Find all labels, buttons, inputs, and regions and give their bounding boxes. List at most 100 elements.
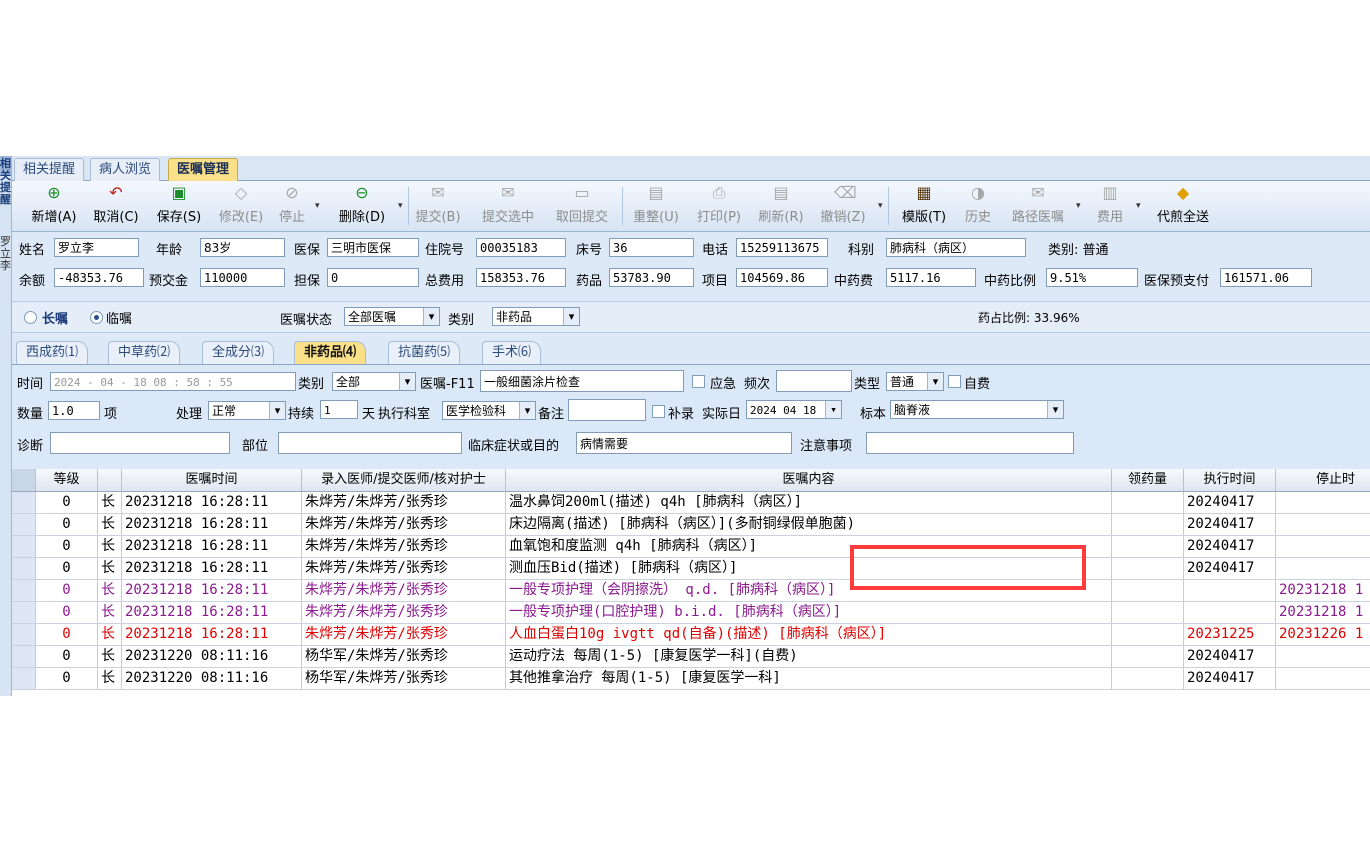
cell-stop-time[interactable]: 20231226 1 [1276, 624, 1370, 645]
cell-dispense-qty[interactable] [1112, 580, 1184, 601]
delete-dropdown-icon[interactable]: ▾ [398, 201, 403, 211]
col-type[interactable] [98, 469, 122, 491]
diagnosis-input[interactable] [50, 432, 230, 454]
col-dispense-qty[interactable]: 领药量 [1112, 469, 1184, 491]
cell-stop-time[interactable] [1276, 492, 1370, 513]
admission-field[interactable]: 00035183 [476, 238, 566, 257]
row-indicator[interactable] [12, 646, 36, 667]
supplement-checkbox[interactable] [652, 405, 665, 418]
cell-type[interactable]: 长 [98, 580, 122, 601]
path-dropdown-icon[interactable]: ▾ [1076, 201, 1081, 211]
row-indicator[interactable] [12, 536, 36, 557]
cell-level[interactable]: 0 [36, 668, 98, 689]
tab-herbal-medicine[interactable]: 中草药⑵ [108, 341, 181, 364]
tab-western-medicine[interactable]: 西成药⑴ [16, 341, 89, 364]
time-field[interactable]: 2024 - 04 - 18 08 : 58 : 55 [50, 372, 296, 391]
cell-exec-time[interactable]: 20240417 [1184, 646, 1276, 667]
cell-stop-time[interactable] [1276, 646, 1370, 667]
history-button[interactable]: ◑ 历史 [960, 184, 996, 226]
cell-doctors[interactable]: 杨华军/朱烨芳/张秀珍 [302, 646, 506, 667]
cell-exec-time[interactable]: 20240417 [1184, 514, 1276, 535]
tab-related-reminders[interactable]: 相关提醒 [14, 158, 85, 181]
urgent-checkbox[interactable] [692, 375, 705, 388]
bed-field[interactable]: 36 [609, 238, 694, 257]
order-status-select[interactable]: 全部医嘱 [344, 307, 440, 326]
col-order-time[interactable]: 医嘱时间 [122, 469, 302, 491]
col-exec-time[interactable]: 执行时间 [1184, 469, 1276, 491]
cell-doctors[interactable]: 朱烨芳/朱烨芳/张秀珍 [302, 602, 506, 623]
cell-level[interactable]: 0 [36, 646, 98, 667]
cell-doctors[interactable]: 朱烨芳/朱烨芳/张秀珍 [302, 536, 506, 557]
phone-field[interactable]: 15259113675 [736, 238, 828, 257]
add-button[interactable]: ⊕ 新增(A) [27, 184, 81, 226]
cell-order-time[interactable]: 20231218 16:28:11 [122, 536, 302, 557]
revoke-button[interactable]: ⌫ 撤销(Z) [816, 184, 870, 226]
tab-antibiotic[interactable]: 抗菌药⑸ [388, 341, 461, 364]
path-order-button[interactable]: ✉ 路径医嘱 [1006, 184, 1070, 226]
cell-order-time[interactable]: 20231218 16:28:11 [122, 558, 302, 579]
attention-input[interactable] [866, 432, 1074, 454]
cell-type[interactable]: 长 [98, 646, 122, 667]
cell-order-time[interactable]: 20231218 16:28:11 [122, 624, 302, 645]
table-row[interactable]: 0 长 20231220 08:11:16 杨华军/朱烨芳/张秀珍 其他推拿治疗 每周(… [12, 668, 1370, 690]
row-indicator[interactable] [12, 514, 36, 535]
item-field[interactable]: 104569.86 [736, 268, 828, 287]
cell-dispense-qty[interactable] [1112, 624, 1184, 645]
template-button[interactable]: ▦ 模版(T) [896, 184, 952, 226]
edit-button[interactable]: ◇ 修改(E) [214, 184, 268, 226]
cell-level[interactable]: 0 [36, 602, 98, 623]
row-indicator[interactable] [12, 492, 36, 513]
cell-order-time[interactable]: 20231220 08:11:16 [122, 668, 302, 689]
row-indicator[interactable] [12, 668, 36, 689]
decoct-all-button[interactable]: ◆ 代煎全送 [1150, 184, 1216, 226]
tab-order-management[interactable]: 医嘱管理 [168, 158, 239, 182]
cell-order-time[interactable]: 20231218 16:28:11 [122, 580, 302, 601]
cell-doctors[interactable]: 朱烨芳/朱烨芳/张秀珍 [302, 624, 506, 645]
cell-dispense-qty[interactable] [1112, 492, 1184, 513]
long-order-radio[interactable] [24, 311, 37, 324]
cell-level[interactable]: 0 [36, 492, 98, 513]
side-panel-strip[interactable]: 相关提醒 罗立李 [0, 156, 12, 696]
cell-stop-time[interactable] [1276, 558, 1370, 579]
name-field[interactable]: 罗立李 [54, 238, 139, 257]
revoke-dropdown-icon[interactable]: ▾ [878, 201, 883, 211]
cell-type[interactable]: 长 [98, 624, 122, 645]
submit-button[interactable]: ✉ 提交(B) [412, 184, 464, 226]
col-stop-time[interactable]: 停止时 [1276, 469, 1370, 491]
order-type-select[interactable]: 非药品 [492, 307, 580, 326]
cell-doctors[interactable]: 朱烨芳/朱烨芳/张秀珍 [302, 580, 506, 601]
fee-button[interactable]: ▥ 费用 [1090, 184, 1130, 226]
stop-dropdown-icon[interactable]: ▾ [315, 201, 320, 211]
tab-full-ingredient[interactable]: 全成分⑶ [202, 341, 275, 364]
col-level[interactable]: 等级 [36, 469, 98, 491]
cell-content[interactable]: 温水鼻饲200ml(描述) q4h [肺病科（病区）] [506, 492, 1112, 513]
tab-patient-browse[interactable]: 病人浏览 [90, 158, 161, 181]
cell-type[interactable]: 长 [98, 492, 122, 513]
cell-stop-time[interactable]: 20231218 1 [1276, 580, 1370, 601]
col-doctors[interactable]: 录入医师/提交医师/核对护士 [302, 469, 506, 491]
cell-exec-time[interactable]: 20240417 [1184, 492, 1276, 513]
specimen-select[interactable]: 脑脊液 [890, 400, 1064, 419]
cat-select[interactable]: 全部 [332, 372, 416, 391]
cell-level[interactable]: 0 [36, 514, 98, 535]
stop-button[interactable]: ⊘ 停止 [274, 184, 310, 226]
cell-order-time[interactable]: 20231218 16:28:11 [122, 514, 302, 535]
purpose-input[interactable]: 病情需要 [576, 432, 792, 454]
tab-non-drug[interactable]: 非药品⑷ [294, 341, 367, 364]
proc-select[interactable]: 正常 [208, 401, 286, 420]
temp-order-radio[interactable] [90, 311, 103, 324]
exec-dept-select[interactable]: 医学检验科 [442, 401, 536, 420]
cell-order-time[interactable]: 20231218 16:28:11 [122, 492, 302, 513]
cell-stop-time[interactable] [1276, 514, 1370, 535]
cell-doctors[interactable]: 朱烨芳/朱烨芳/张秀珍 [302, 492, 506, 513]
cell-order-time[interactable]: 20231220 08:11:16 [122, 646, 302, 667]
retrieve-submit-button[interactable]: ▭ 取回提交 [550, 184, 614, 226]
table-row[interactable]: 0 长 20231218 16:28:11 朱烨芳/朱烨芳/张秀珍 床边隔离(描述) [… [12, 514, 1370, 536]
table-row[interactable]: 0 长 20231218 16:28:11 朱烨芳/朱烨芳/张秀珍 测血压Bid(描述)… [12, 558, 1370, 580]
save-button[interactable]: ▣ 保存(S) [152, 184, 206, 226]
order-input[interactable]: 一般细菌涂片检查 [480, 370, 684, 392]
cell-stop-time[interactable] [1276, 668, 1370, 689]
cell-doctors[interactable]: 朱烨芳/朱烨芳/张秀珍 [302, 558, 506, 579]
cell-dispense-qty[interactable] [1112, 514, 1184, 535]
row-indicator[interactable] [12, 624, 36, 645]
